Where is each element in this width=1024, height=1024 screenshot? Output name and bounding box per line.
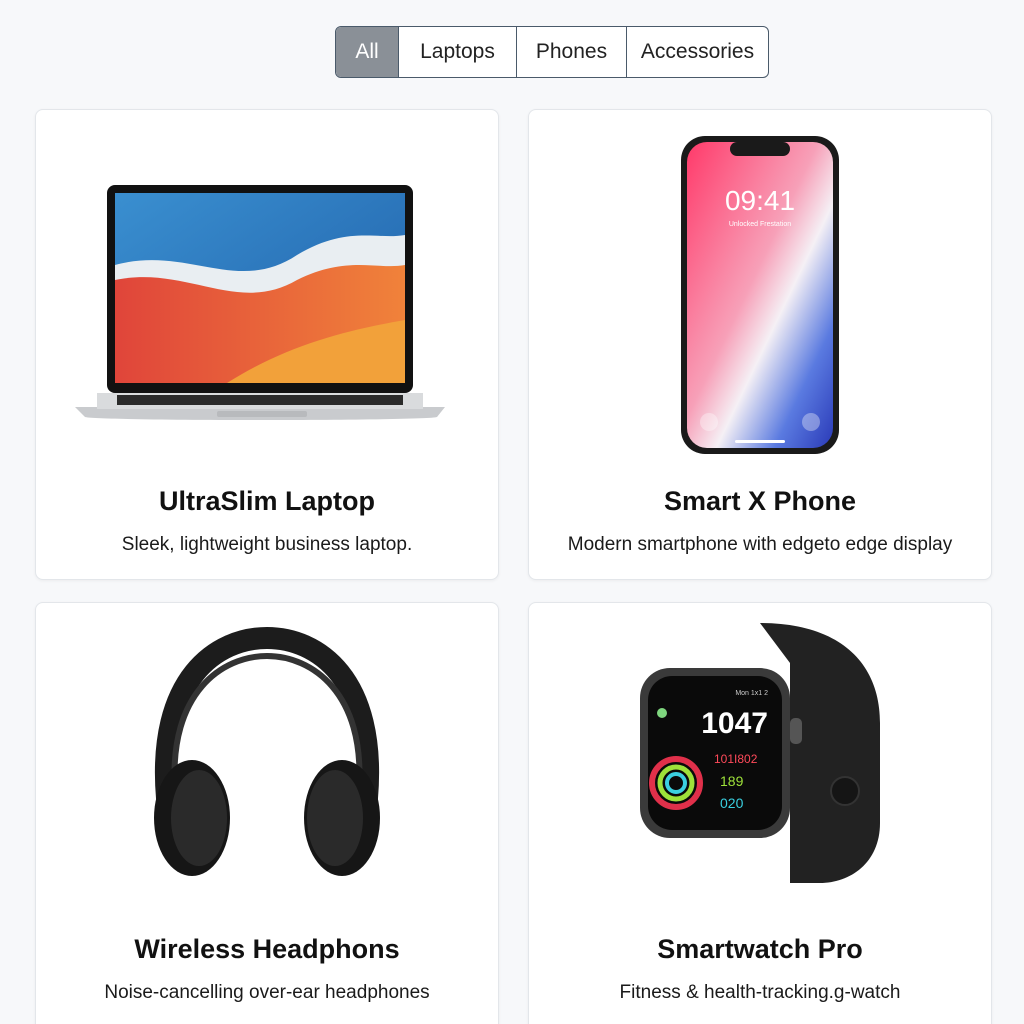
phone-subtext: Unlocked Frestation xyxy=(729,221,791,228)
product-card-smartwatch[interactable]: Mon 1x1 2 1047 101I802 189 020 Smartwatc… xyxy=(528,602,992,1024)
watch-image: Mon 1x1 2 1047 101I802 189 020 xyxy=(529,603,991,903)
filter-phones-button[interactable]: Phones xyxy=(517,27,627,77)
product-title[interactable]: Wireless Headphons xyxy=(36,934,498,965)
product-card-laptop[interactable]: UltraSlim Laptop Sleek, lightweight busi… xyxy=(35,109,499,580)
phone-image: 09:41 Unlocked Frestation xyxy=(529,110,991,480)
product-description: Fitness & health-tracking.g-watch xyxy=(619,982,901,1003)
watch-stat-move: 101I802 xyxy=(714,752,758,766)
category-filter: All Laptops Phones Accessories xyxy=(335,26,769,78)
product-title[interactable]: Smartwatch Pro xyxy=(529,934,991,965)
watch-stat-stand: 020 xyxy=(720,795,744,811)
laptop-image xyxy=(36,110,498,480)
filter-accessories-button[interactable]: Accessories xyxy=(627,27,768,77)
watch-stat-exercise: 189 xyxy=(720,773,744,789)
watch-date: Mon 1x1 2 xyxy=(735,690,768,697)
phone-time: 09:41 xyxy=(725,185,795,216)
product-card-headphones[interactable]: Wireless Headphons Noise-cancelling over… xyxy=(35,602,499,1024)
filter-laptops-button[interactable]: Laptops xyxy=(399,27,517,77)
product-description: Noise-cancelling over-ear headphones xyxy=(104,982,430,1003)
product-title[interactable]: UltraSlim Laptop xyxy=(36,486,498,517)
product-description: Sleek, lightweight business laptop. xyxy=(121,534,413,555)
product-description: Modern smartphone with edgeto edge displ… xyxy=(567,534,953,555)
headphones-image xyxy=(36,603,498,903)
filter-all-button[interactable]: All xyxy=(336,27,399,77)
product-title[interactable]: Smart X Phone xyxy=(529,486,991,517)
watch-time: 1047 xyxy=(701,707,768,740)
product-card-phone[interactable]: 09:41 Unlocked Frestation Smart X Phone … xyxy=(528,109,992,580)
